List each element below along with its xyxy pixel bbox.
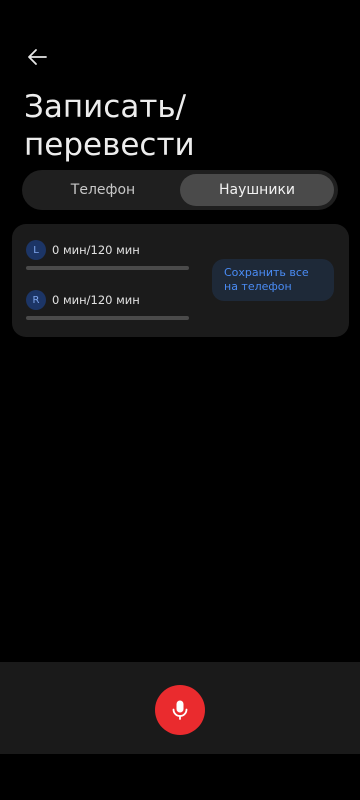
back-button[interactable] <box>20 40 54 74</box>
tab-headphones[interactable]: Наушники <box>180 174 334 206</box>
arrow-left-icon <box>28 49 47 65</box>
page-title-line-1: Записать/ <box>24 89 187 125</box>
left-channel-badge: L <box>26 240 46 260</box>
bottom-bar <box>0 662 360 754</box>
microphone-icon <box>172 700 188 720</box>
save-all-to-phone-button[interactable]: Сохранить все на телефон <box>212 259 334 301</box>
right-channel-usage: 0 мин/120 мин <box>52 293 140 307</box>
left-channel-row: L 0 мин/120 мин <box>26 240 140 260</box>
left-channel-progress-bar <box>26 266 189 270</box>
right-channel-row: R 0 мин/120 мин <box>26 290 140 310</box>
right-channel-badge: R <box>26 290 46 310</box>
screen: Записать/ перевести Телефон Наушники L 0… <box>0 0 360 800</box>
tab-phone[interactable]: Телефон <box>26 174 180 206</box>
right-channel-progress-bar <box>26 316 189 320</box>
record-button[interactable] <box>155 685 205 735</box>
recordings-card: L 0 мин/120 мин R 0 мин/120 мин Сохранит… <box>12 224 349 337</box>
page-title: Записать/ перевести <box>24 88 344 164</box>
page-title-line-2: перевести <box>24 127 195 163</box>
left-channel-usage: 0 мин/120 мин <box>52 243 140 257</box>
device-selector: Телефон Наушники <box>22 170 338 210</box>
